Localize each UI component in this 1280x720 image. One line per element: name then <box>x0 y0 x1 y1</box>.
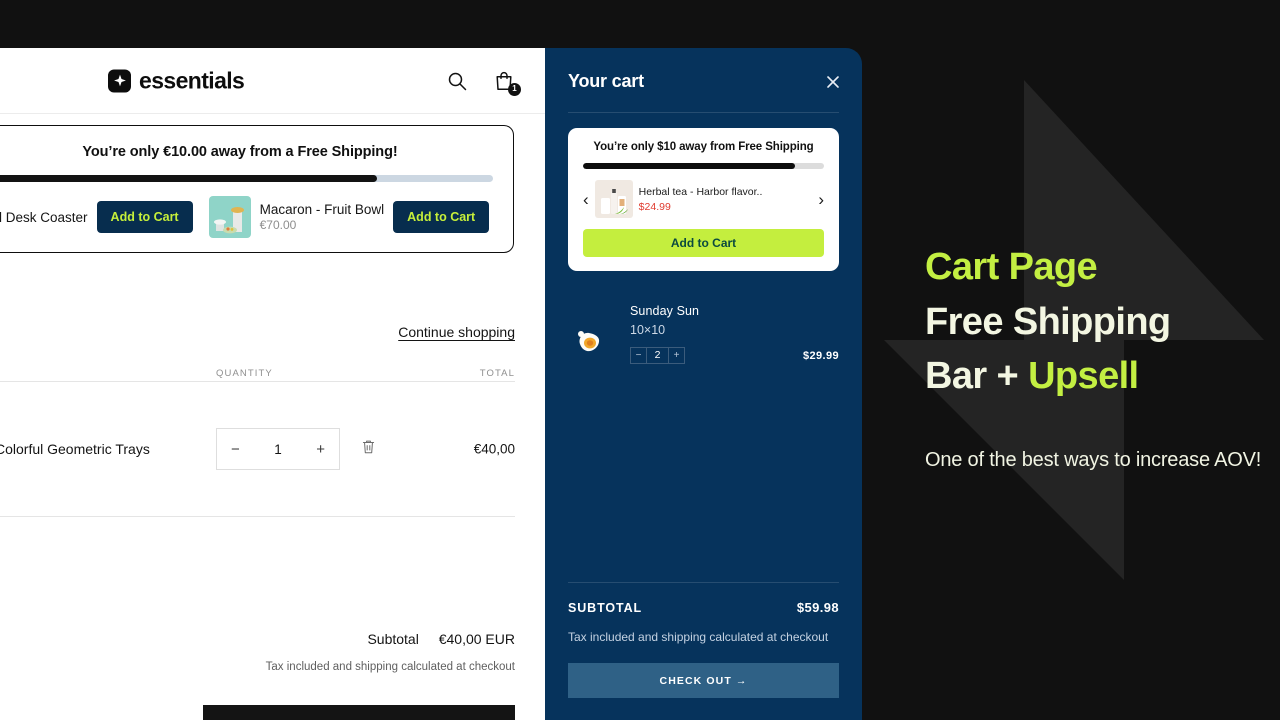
promo-text: Cart Page Free Shipping Bar + Upsell One… <box>925 240 1265 477</box>
quantity-value: 1 <box>274 441 282 457</box>
upsell-product: Macaron - Fruit Bowl €70.00 Add to Cart <box>208 196 490 238</box>
brand-name: essentials <box>139 67 245 93</box>
table-row: Colorful Geometric Trays − 1 + €40,00 <box>0 382 515 517</box>
line-item-quantity-row: − 2 + $29.99 <box>630 347 839 364</box>
drawer-title: Your cart <box>568 71 644 91</box>
column-header-total: TOTAL <box>479 368 515 379</box>
storefront-cart-page: essentials 1 You’re only €10.00 away fro… <box>0 48 545 720</box>
add-to-cart-button[interactable]: Add to Cart <box>96 201 193 233</box>
column-header-quantity: QUANTITY <box>216 368 273 379</box>
free-shipping-progress-bar <box>0 175 493 182</box>
header-icons: 1 <box>446 70 521 96</box>
line-item-price: $29.99 <box>802 349 839 362</box>
cart-line-items-table: QUANTITY TOTAL Colorful Geometric Trays … <box>0 368 515 517</box>
line-item-thumbnail <box>568 320 610 362</box>
drawer-subtotal-value: $59.98 <box>796 599 839 615</box>
continue-shopping-link[interactable]: Continue shopping <box>398 324 515 340</box>
drawer-footer: SUBTOTAL $59.98 Tax included and shippin… <box>568 581 839 698</box>
subtotal-row: Subtotal €40,00 EUR <box>266 631 515 647</box>
line-item-total: €40,00 <box>473 441 515 457</box>
promo-line-3a: Bar + <box>925 355 1029 398</box>
shopping-bag-icon[interactable]: 1 <box>493 70 521 96</box>
drawer-upsell-carousel: ‹ Herbal tea - Harbor flavor.. $24.99 › <box>583 180 824 218</box>
table-header-row: QUANTITY TOTAL <box>0 368 515 382</box>
upsell-product-name: Macaron - Fruit Bowl <box>259 202 385 217</box>
sparkle-diamond-icon <box>108 69 131 92</box>
chevron-left-icon[interactable]: ‹ <box>583 191 589 208</box>
upsell-product-info: Herbal tea - Harbor flavor.. $24.99 <box>639 186 813 213</box>
upsell-product-list: ed Desk Coaster Add to Cart <box>0 196 493 238</box>
quantity-increase-button[interactable]: + <box>669 350 684 361</box>
promo-subtitle: One of the best ways to increase AOV! <box>925 449 1262 472</box>
upsell-product-name: Herbal tea - Harbor flavor.. <box>638 185 763 198</box>
line-item-name: Sunday Sun <box>630 304 700 318</box>
add-to-cart-button[interactable]: Add to Cart <box>393 201 490 233</box>
drawer-subtotal-row: SUBTOTAL $59.98 <box>568 600 839 615</box>
quantity-decrease-button[interactable]: − <box>631 350 646 361</box>
drawer-upsell-card: You’re only $10 away from Free Shipping … <box>568 128 839 271</box>
continue-shopping-row: Continue shopping <box>398 324 515 342</box>
promo-heading: Cart Page Free Shipping Bar + Upsell <box>925 240 1265 404</box>
remove-item-trash-icon[interactable] <box>361 439 376 460</box>
free-shipping-progress-fill <box>0 175 377 182</box>
upsell-product: ed Desk Coaster Add to Cart <box>0 201 193 233</box>
drawer-subtotal-label: SUBTOTAL <box>568 600 643 615</box>
upsell-product-name: ed Desk Coaster <box>0 209 88 225</box>
quantity-increase-button[interactable]: + <box>316 442 325 457</box>
subtotal-value: €40,00 EUR <box>438 631 515 647</box>
drawer-free-shipping-title: You’re only $10 away from Free Shipping <box>593 141 814 153</box>
drawer-progress-fill <box>583 163 796 169</box>
quantity-decrease-button[interactable]: − <box>231 442 240 457</box>
quantity-stepper[interactable]: − 2 + <box>630 347 685 364</box>
promo-line-3b: Upsell <box>1028 355 1139 398</box>
upsell-product-thumbnail <box>594 180 633 218</box>
brand-logo[interactable]: essentials <box>108 67 245 94</box>
checkout-button[interactable]: Check out <box>203 705 515 720</box>
drawer-add-to-cart-button[interactable]: Add to Cart <box>583 229 824 257</box>
promo-line-1: Cart Page <box>925 246 1098 288</box>
cart-drawer: Your cart You’re only $10 away from Free… <box>545 48 862 720</box>
drawer-progress-bar <box>583 163 824 169</box>
drawer-divider <box>568 112 839 113</box>
drawer-checkout-button[interactable]: CHECK OUT → <box>568 663 839 698</box>
cart-totals: Subtotal €40,00 EUR Tax included and shi… <box>266 631 515 673</box>
free-shipping-title: You’re only €10.00 away from a Free Ship… <box>82 144 398 160</box>
line-item-variant: 10×10 <box>630 323 666 337</box>
quantity-value: 2 <box>646 348 669 363</box>
upsell-product-price: €70.00 <box>259 218 297 232</box>
line-item-name: Colorful Geometric Trays <box>0 441 150 457</box>
quantity-stepper[interactable]: − 1 + <box>216 428 340 470</box>
promo-line-2: Free Shipping <box>925 300 1171 343</box>
chevron-right-icon[interactable]: › <box>818 191 824 208</box>
line-item-info: Sunday Sun 10×10 − 2 + $29.99 <box>630 304 839 364</box>
close-icon[interactable] <box>824 73 842 91</box>
promo-panel: Cart Page Free Shipping Bar + Upsell One… <box>862 0 1280 720</box>
search-icon[interactable] <box>446 70 468 92</box>
drawer-header: Your cart <box>545 48 862 114</box>
tax-note: Tax included and shipping calculated at … <box>265 661 515 673</box>
drawer-tax-note: Tax included and shipping calculated at … <box>568 629 829 644</box>
screenshot-root: essentials 1 You’re only €10.00 away fro… <box>0 0 1280 720</box>
drawer-line-item: Sunday Sun 10×10 − 2 + $29.99 <box>568 304 839 364</box>
drawer-footer-divider <box>568 581 839 583</box>
free-shipping-upsell-widget: You’re only €10.00 away from a Free Ship… <box>0 125 514 253</box>
cart-count-badge: 1 <box>508 82 521 96</box>
subtotal-label: Subtotal <box>367 631 419 647</box>
store-header: essentials 1 <box>0 48 545 114</box>
product-thumbnail <box>208 196 251 238</box>
upsell-product-price: $24.99 <box>638 200 671 213</box>
